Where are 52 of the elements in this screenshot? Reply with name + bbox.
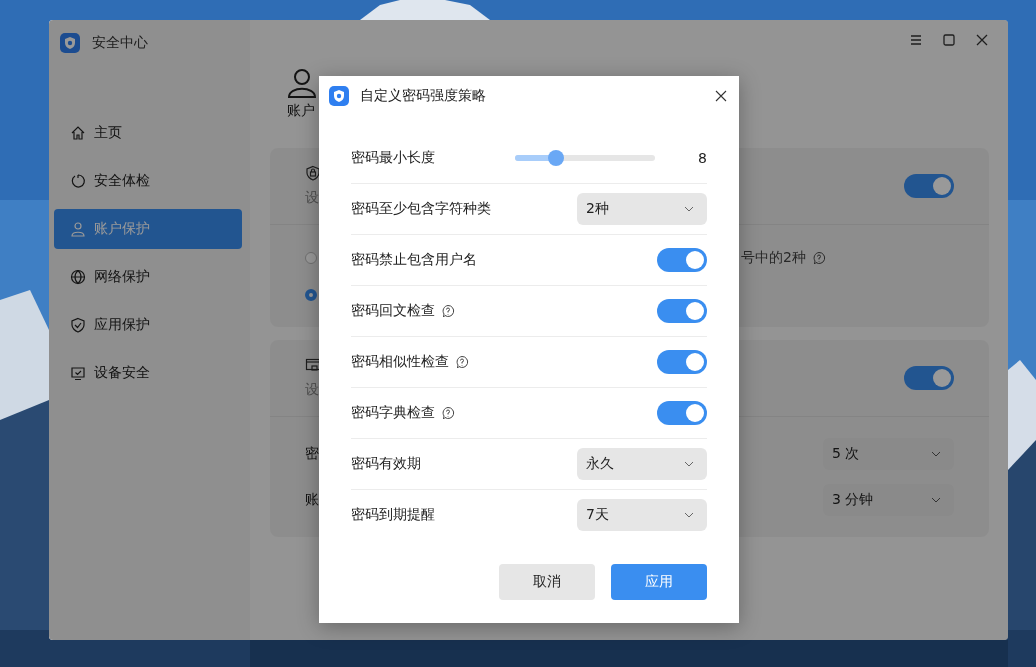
person-icon (287, 68, 317, 98)
setting-label: 密码相似性检查 (351, 353, 449, 371)
close-icon[interactable] (975, 33, 989, 47)
sidebar-item[interactable]: 应用保护 (54, 305, 242, 345)
shield-logo-icon (329, 86, 349, 106)
shield-check-icon (70, 317, 86, 333)
dropdown[interactable]: 7天 (577, 499, 707, 531)
setting-label: 账 (305, 491, 319, 509)
home-icon (70, 125, 86, 141)
toggle-switch[interactable] (657, 401, 707, 425)
setting-label: 密码回文检查 (351, 302, 435, 320)
help-icon[interactable] (441, 304, 455, 318)
setting-label: 密码到期提醒 (351, 506, 435, 524)
person-icon (70, 221, 86, 237)
close-icon[interactable] (715, 90, 727, 102)
dropdown[interactable]: 永久 (577, 448, 707, 480)
sidebar-item[interactable]: 安全体检 (54, 161, 242, 201)
radio-button[interactable] (305, 288, 317, 301)
radio-button[interactable] (305, 251, 317, 264)
dropdown[interactable]: 2种 (577, 193, 707, 225)
sidebar-item[interactable]: 主页 (54, 113, 242, 153)
setting-label: 密码字典检查 (351, 404, 435, 422)
setting-label: 密码至少包含字符种类 (351, 200, 491, 218)
setting-label: 密码有效期 (351, 455, 421, 473)
header-label: 账户 (287, 102, 315, 120)
slider-value: 8 (697, 150, 707, 166)
toggle-switch[interactable] (657, 299, 707, 323)
help-icon[interactable] (455, 355, 469, 369)
monitor-check-icon (70, 365, 86, 381)
option-text: 号中的2种 (741, 248, 806, 267)
toggle-switch[interactable] (904, 366, 954, 390)
help-icon[interactable] (812, 250, 826, 265)
toggle-switch[interactable] (904, 174, 954, 198)
help-icon[interactable] (441, 406, 455, 420)
refresh-icon (70, 173, 86, 189)
cancel-button[interactable]: 取消 (499, 564, 595, 600)
menu-icon[interactable] (909, 33, 923, 47)
setting-label: 密码禁止包含用户名 (351, 251, 477, 269)
shield-lock-icon (305, 165, 321, 181)
apply-button[interactable]: 应用 (611, 564, 707, 600)
maximize-icon[interactable] (942, 33, 956, 47)
setting-label: 密 (305, 445, 319, 463)
dialog-title: 自定义密码强度策略 (360, 87, 486, 105)
lock-window-icon (305, 357, 321, 373)
toggle-switch[interactable] (657, 350, 707, 374)
setting-label: 密码最小长度 (351, 149, 435, 167)
sidebar-item[interactable]: 设备安全 (54, 353, 242, 393)
shield-logo-icon (60, 32, 80, 53)
globe-icon (70, 269, 86, 285)
window-title: 安全中心 (92, 33, 148, 52)
sidebar-item[interactable]: 网络保护 (54, 257, 242, 297)
toggle-switch[interactable] (657, 248, 707, 272)
